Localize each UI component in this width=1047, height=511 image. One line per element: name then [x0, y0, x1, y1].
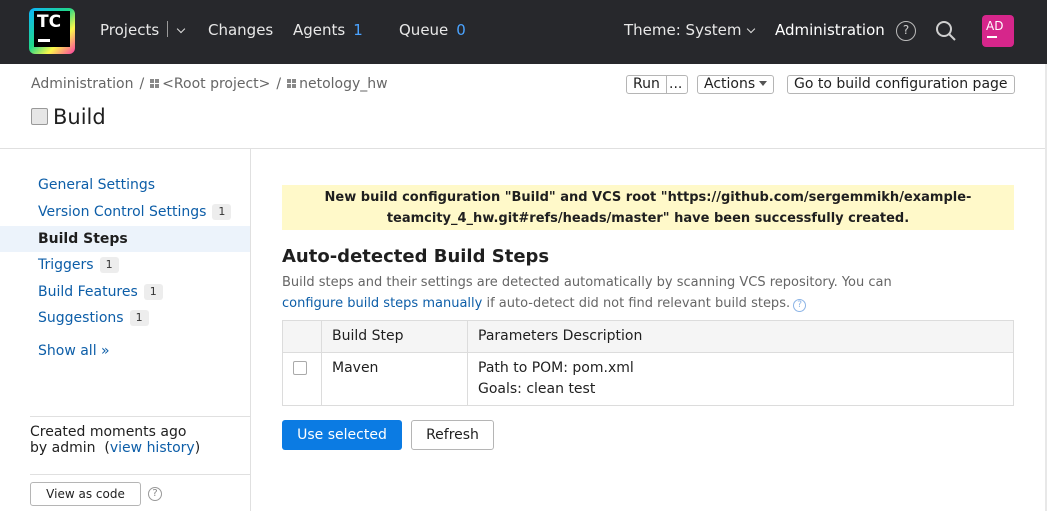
page-title-text: Build: [53, 105, 106, 129]
nav-agents[interactable]: Agents 1: [293, 21, 363, 39]
run-more-button[interactable]: ...: [669, 76, 682, 93]
sidebar-divider: [250, 149, 251, 511]
caret-down-icon: [759, 81, 768, 86]
created-info: Created moments ago by admin (view histo…: [30, 424, 201, 456]
page-title: Build: [31, 105, 106, 129]
table-cell-step: Maven: [332, 360, 379, 376]
breadcrumb: Administration / <Root project> / netology_h…: [31, 76, 388, 92]
count-badge: 1: [212, 204, 232, 220]
help-glyph: ?: [152, 488, 158, 499]
sidebar-item-label: Build Steps: [38, 231, 128, 247]
sidebar-item-general-settings[interactable]: General Settings: [0, 172, 250, 198]
chevron-down-icon: [746, 24, 755, 34]
nav-administration[interactable]: Administration: [775, 21, 885, 39]
theme-selector[interactable]: Theme: System: [624, 21, 755, 39]
success-banner: New build configuration "Build" and VCS …: [282, 185, 1014, 230]
sidebar-item-label: Build Features: [38, 284, 138, 300]
agents-count: 1: [353, 21, 363, 39]
banner-line: New build configuration "Build" and VCS …: [324, 190, 972, 205]
goto-build-config-button[interactable]: Go to build configuration page: [787, 75, 1015, 94]
build-steps-table: Build Step Parameters Description Maven …: [282, 320, 1014, 406]
count-badge: 1: [99, 257, 119, 273]
section-title: Auto-detected Build Steps: [282, 246, 550, 267]
sidebar-item-label: Suggestions: [38, 310, 124, 326]
table-cell-param: Goals: clean test: [478, 381, 596, 397]
description-line: Build steps and their settings are detec…: [282, 275, 892, 290]
theme-label: Theme: System: [624, 21, 742, 39]
help-icon[interactable]: ?: [896, 21, 916, 41]
project-icon: [150, 79, 160, 88]
breadcrumb-separator: /: [139, 76, 145, 92]
count-badge: 1: [129, 310, 149, 326]
nav-projects-label: Projects: [100, 21, 160, 39]
logo-text: TC: [37, 12, 62, 32]
sidebar-item-triggers[interactable]: Triggers 1: [0, 252, 250, 278]
nav-projects[interactable]: Projects: [100, 21, 186, 39]
refresh-button[interactable]: Refresh: [411, 420, 494, 450]
run-button-group: Run ...: [626, 75, 688, 94]
project-icon: [287, 79, 297, 88]
sidebar-item-build-features[interactable]: Build Features 1: [0, 279, 250, 305]
column-header-parameters: Parameters Description: [478, 328, 643, 344]
avatar-initials: AD: [986, 19, 1004, 33]
top-navigation-bar: TC Projects Changes Agents 1 Queue 0 Theme…: [0, 0, 1047, 64]
section-description: Build steps and their settings are detec…: [282, 272, 922, 314]
help-glyph: ?: [797, 300, 802, 310]
help-glyph: ?: [902, 23, 910, 37]
sidebar-item-suggestions[interactable]: Suggestions 1: [0, 305, 250, 331]
run-button[interactable]: Run: [633, 76, 660, 93]
row-select-checkbox[interactable]: [293, 361, 307, 375]
created-line: Created moments ago: [30, 424, 187, 440]
nav-changes[interactable]: Changes: [208, 21, 273, 39]
breadcrumb-item-netology-hw[interactable]: netology_hw: [299, 76, 388, 92]
description-rest: if auto-detect did not find relevant bui…: [482, 296, 791, 311]
sidebar-item-label: Triggers: [38, 257, 94, 273]
nav-queue-label: Queue: [399, 21, 449, 39]
nav-changes-label: Changes: [208, 21, 274, 39]
queue-count: 0: [456, 21, 466, 39]
actions-label: Actions: [704, 76, 756, 92]
count-badge: 1: [143, 284, 163, 300]
configure-manually-link[interactable]: configure build steps manually: [282, 296, 482, 311]
sidebar-item-version-control-settings[interactable]: Version Control Settings 1: [0, 199, 250, 225]
search-icon[interactable]: [935, 20, 957, 42]
use-selected-button[interactable]: Use selected: [282, 420, 402, 450]
banner-line: teamcity_4_hw.git#refs/heads/master" hav…: [386, 211, 910, 226]
breadcrumb-item-root-project[interactable]: <Root project>: [162, 76, 270, 92]
chevron-down-icon[interactable]: [176, 24, 186, 34]
actions-dropdown[interactable]: Actions: [697, 75, 775, 94]
breadcrumb-item-administration[interactable]: Administration: [31, 76, 133, 92]
divider: [30, 474, 250, 475]
show-all-link[interactable]: Show all »: [38, 343, 110, 359]
view-history-link[interactable]: view history: [110, 440, 195, 456]
view-as-code-button[interactable]: View as code: [30, 482, 141, 506]
sidebar-item-label: General Settings: [38, 177, 156, 193]
table-cell-param: Path to POM: pom.xml: [478, 360, 634, 376]
goto-label: Go to build configuration page: [794, 76, 1008, 92]
help-icon[interactable]: ?: [793, 299, 807, 312]
avatar[interactable]: AD: [982, 15, 1014, 47]
teamcity-logo-icon[interactable]: TC: [29, 8, 75, 54]
breadcrumb-separator: /: [276, 76, 282, 92]
nav-administration-label: Administration: [775, 21, 885, 39]
nav-agents-label: Agents: [293, 21, 346, 39]
build-config-icon: [31, 108, 48, 125]
created-by: by admin: [30, 440, 96, 456]
nav-queue[interactable]: Queue 0: [399, 21, 466, 39]
column-header-build-step: Build Step: [332, 328, 404, 344]
sidebar-item-label: Version Control Settings: [38, 204, 207, 220]
divider: [30, 416, 250, 417]
divider: [0, 148, 1047, 149]
sidebar-item-build-steps[interactable]: Build Steps: [0, 226, 250, 252]
help-icon[interactable]: ?: [148, 487, 162, 501]
